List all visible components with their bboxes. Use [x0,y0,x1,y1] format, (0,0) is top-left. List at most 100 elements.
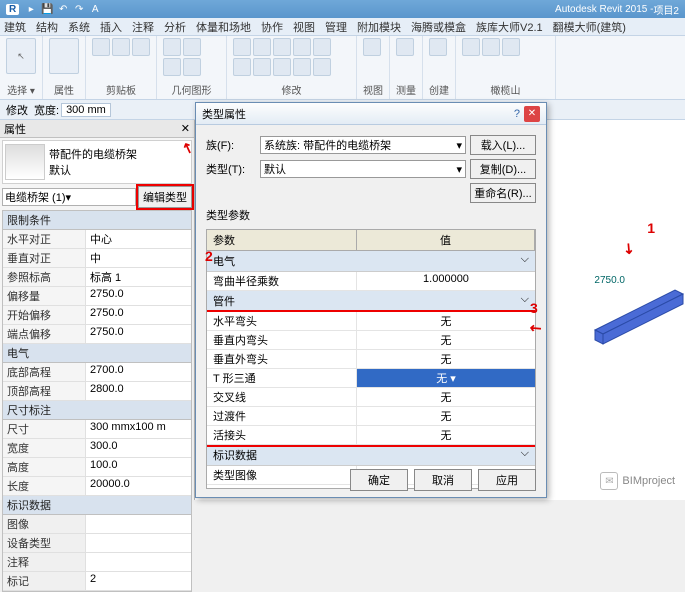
duplicate-button[interactable]: 复制(D)... [470,159,536,179]
bbox3d-icon[interactable] [462,38,480,56]
qat-undo-icon[interactable]: ↶ [56,2,70,16]
close-icon[interactable]: ✕ [181,122,190,135]
cancel-button[interactable]: 取消 [414,469,472,491]
qat-save-icon[interactable]: 💾 [40,2,54,16]
tab-view[interactable]: 视图 [293,19,315,35]
width-value[interactable]: 300 mm [61,103,111,117]
mod-icon6[interactable] [233,58,251,76]
prop-row[interactable]: 标记2 [3,572,191,591]
prop-row[interactable]: 偏移量2750.0 [3,287,191,306]
param-row[interactable]: 垂直内弯头无 [207,331,535,350]
tab-insert[interactable]: 插入 [100,19,122,35]
prop-value[interactable]: 2 [85,572,191,590]
prop-row[interactable]: 水平对正中心 [3,230,191,249]
prop-row[interactable]: 底部高程2700.0 [3,363,191,382]
param-value[interactable]: 无 [357,350,535,368]
geom-icon4[interactable] [183,58,201,76]
param-value[interactable]: 无 [357,426,535,444]
prop-row[interactable]: 端点偏移2750.0 [3,325,191,344]
geom-icon[interactable] [163,38,181,56]
geom-icon3[interactable] [163,58,181,76]
collapse-icon[interactable]: ⌵ [521,293,529,309]
prop-row[interactable]: 设备类型 [3,534,191,553]
prop-value[interactable] [85,515,191,533]
qat-open-icon[interactable]: ▸ [24,2,38,16]
qat-text-icon[interactable]: A [88,2,102,16]
param-row[interactable]: 垂直外弯头无 [207,350,535,369]
qat-redo-icon[interactable]: ↷ [72,2,86,16]
param-row[interactable]: T 形三通无 ▾ [207,369,535,388]
param-row[interactable]: 水平弯头无 [207,312,535,331]
prop-row[interactable]: 垂直对正中 [3,249,191,268]
prop-row[interactable]: 宽度300.0 [3,439,191,458]
collapse-icon[interactable]: ⌵ [521,253,529,269]
param-value[interactable]: 1.000000 [357,272,535,290]
param-value[interactable]: 无 [357,388,535,406]
param-value[interactable]: 无 [357,331,535,349]
edit-type-button[interactable]: 编辑类型 [138,186,192,208]
select-tool-icon[interactable]: ↖ [6,38,36,74]
prop-value[interactable]: 2700.0 [85,363,191,381]
param-row[interactable]: 交叉线无 [207,388,535,407]
prop-row[interactable]: 尺寸300 mmx100 m [3,420,191,439]
mod-icon2[interactable] [253,38,271,56]
tab-ext1[interactable]: 海腾或模盒 [411,19,466,35]
param-value[interactable]: 无 [357,312,535,330]
tab-arch[interactable]: 建筑 [4,19,26,35]
param-section[interactable]: 标识数据⌵ [207,445,535,466]
prop-value[interactable]: 中 [85,249,191,267]
param-section[interactable]: 管件⌵ [207,291,535,312]
apply-button[interactable]: 应用 [478,469,536,491]
dialog-close-button[interactable]: ✕ [524,106,540,122]
prop-row[interactable]: 长度20000.0 [3,477,191,496]
measure-icon[interactable] [396,38,414,56]
singlechg-icon[interactable] [482,38,500,56]
prop-value[interactable]: 2750.0 [85,306,191,324]
prop-row[interactable]: 参照标高标高 1 [3,268,191,287]
tab-system[interactable]: 系统 [68,19,90,35]
tab-analyze[interactable]: 分析 [164,19,186,35]
load-button[interactable]: 载入(L)... [470,135,536,155]
type-dropdown[interactable]: 默认▾ [260,160,466,178]
tab-addin[interactable]: 附加模块 [357,19,401,35]
collapse-icon[interactable]: ⌵ [521,447,529,463]
mod-icon9[interactable] [293,58,311,76]
mod-icon8[interactable] [273,58,291,76]
tab-annotate[interactable]: 注释 [132,19,154,35]
mod-icon5[interactable] [313,38,331,56]
param-row[interactable]: 过渡件无 [207,407,535,426]
prop-value[interactable] [85,553,191,571]
ok-button[interactable]: 确定 [350,469,408,491]
view-icon[interactable] [363,38,381,56]
param-value[interactable]: 无 ▾ [357,369,535,387]
param-row[interactable]: 活接头无 [207,426,535,445]
mod-icon7[interactable] [253,58,271,76]
prop-row[interactable]: 开始偏移2750.0 [3,306,191,325]
batchchg-icon[interactable] [502,38,520,56]
prop-value[interactable]: 标高 1 [85,268,191,286]
param-row[interactable]: 弯曲半径乘数1.000000 [207,272,535,291]
prop-row[interactable]: 顶部高程2800.0 [3,382,191,401]
tab-collab[interactable]: 协作 [261,19,283,35]
param-value[interactable]: 无 [357,407,535,425]
prop-value[interactable]: 300 mmx100 m [85,420,191,438]
create-icon[interactable] [429,38,447,56]
tab-mass[interactable]: 体量和场地 [196,19,251,35]
mod-icon[interactable] [233,38,251,56]
family-dropdown[interactable]: 系统族: 带配件的电缆桥架▾ [260,136,466,154]
tab-struct[interactable]: 结构 [36,19,58,35]
prop-row[interactable]: 注释 [3,553,191,572]
rename-button[interactable]: 重命名(R)... [470,183,536,203]
mod-icon3[interactable] [273,38,291,56]
scope-dropdown[interactable]: 电缆桥架 (1)▾ [2,188,136,206]
copy-icon[interactable] [132,38,150,56]
help-icon[interactable]: ? [514,108,520,120]
cut-icon[interactable] [112,38,130,56]
prop-value[interactable] [85,534,191,552]
tab-manage[interactable]: 管理 [325,19,347,35]
prop-value[interactable]: 2750.0 [85,287,191,305]
properties-icon[interactable] [49,38,79,74]
geom-icon2[interactable] [183,38,201,56]
tab-ext2[interactable]: 族库大师V2.1 [476,19,543,35]
mod-icon4[interactable] [293,38,311,56]
